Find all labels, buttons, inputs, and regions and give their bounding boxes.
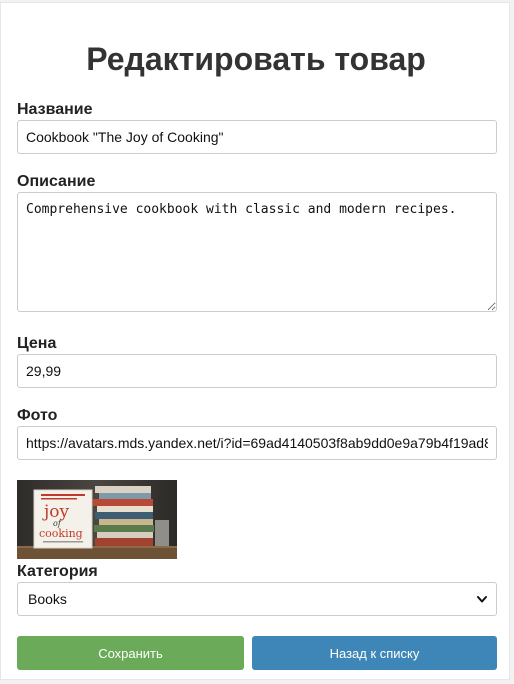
price-label: Цена: [17, 335, 57, 352]
name-input[interactable]: [17, 120, 497, 154]
category-label: Категория: [17, 563, 98, 580]
edit-product-card: Редактировать товар Название Описание Co…: [0, 2, 510, 680]
product-photo-preview: joy of cooking: [17, 480, 177, 559]
back-to-list-button[interactable]: Назад к списку: [252, 636, 497, 670]
chevron-down-icon: [477, 596, 487, 603]
description-label: Описание: [17, 173, 96, 190]
category-select[interactable]: Books: [17, 582, 497, 616]
page-title: Редактировать товар: [86, 41, 426, 77]
photo-label: Фото: [17, 407, 58, 424]
price-input[interactable]: [17, 354, 497, 388]
cover-title-line3: cooking: [39, 527, 83, 540]
save-button[interactable]: Сохранить: [17, 636, 244, 670]
cookbook-photo-image: joy of cooking: [17, 480, 177, 559]
name-label: Название: [17, 101, 93, 118]
category-selected-value: Books: [28, 591, 67, 607]
photo-url-input[interactable]: [17, 426, 497, 460]
description-textarea[interactable]: Comprehensive cookbook with classic and …: [17, 192, 497, 312]
